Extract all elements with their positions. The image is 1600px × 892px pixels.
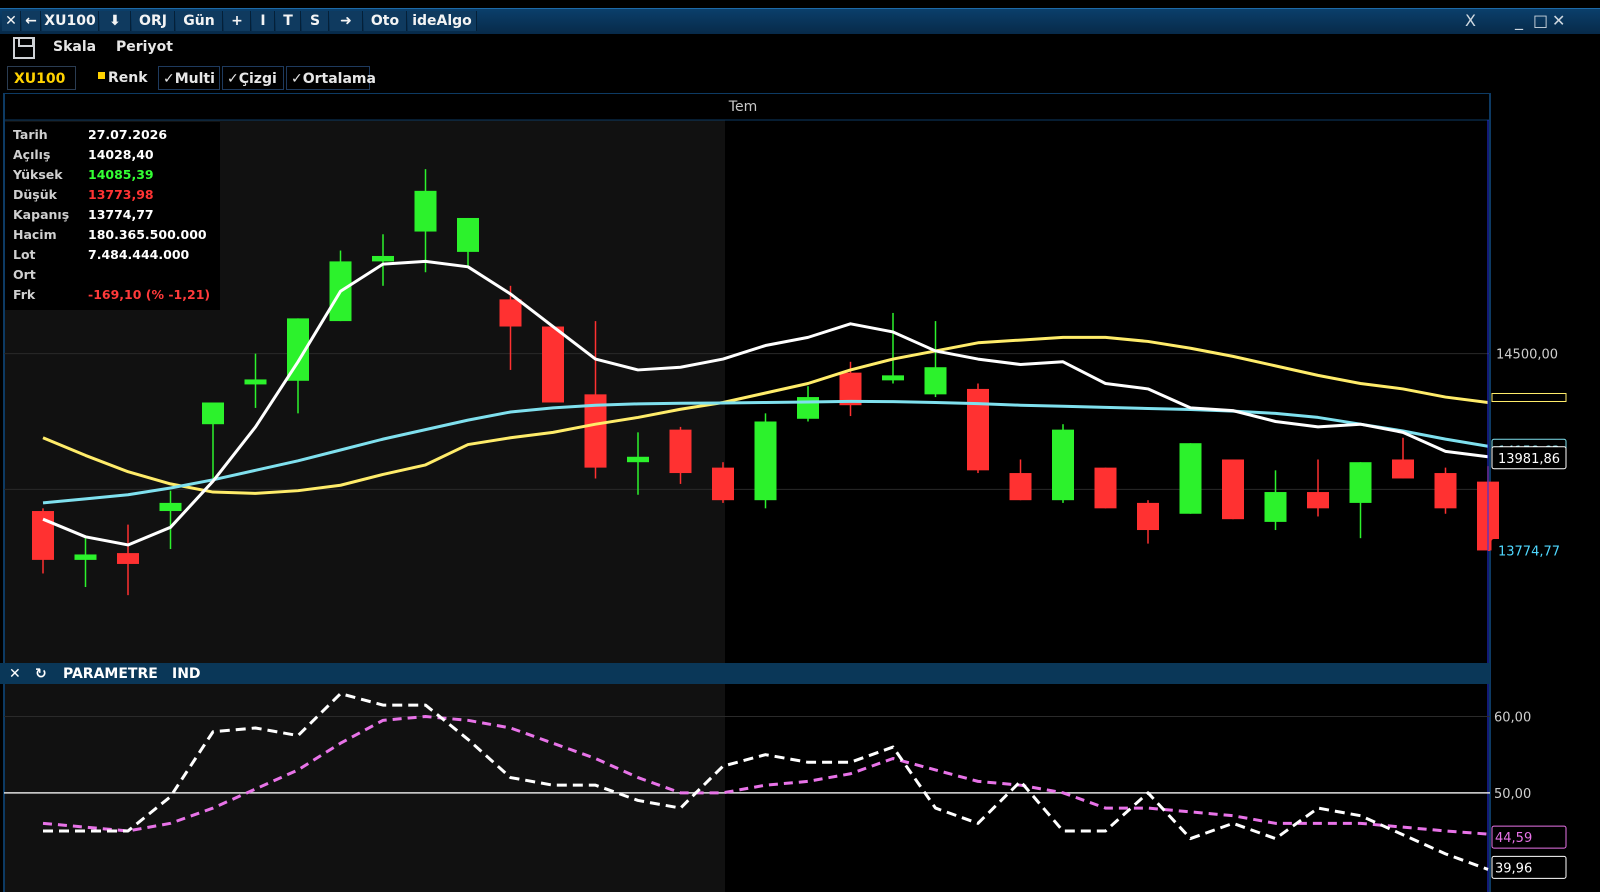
candle-body xyxy=(1052,429,1074,501)
arrow-right-icon[interactable]: ➜ xyxy=(330,11,363,31)
candle-body xyxy=(754,421,777,501)
candle-body xyxy=(967,388,989,471)
candle-body xyxy=(117,553,139,564)
candle-body xyxy=(372,255,394,262)
add-button[interactable]: + xyxy=(224,11,251,31)
info-value: 180.365.500.000 xyxy=(88,227,207,242)
candle-body xyxy=(882,375,904,381)
window-titlebar: ✕ ← XU100 ⬇ ORJ Gün + I T S ➜ Oto ideAlg… xyxy=(0,8,1600,34)
candle-body xyxy=(1009,473,1032,501)
info-value: 13773,98 xyxy=(88,187,154,202)
info-label: Yüksek xyxy=(13,167,63,182)
candle-body xyxy=(1307,492,1329,509)
info-value: 7.484.444.000 xyxy=(88,247,190,262)
info-value: 14085,39 xyxy=(88,167,154,182)
candle-body xyxy=(1264,492,1287,522)
back-button[interactable]: ← xyxy=(22,11,41,31)
renk-option[interactable]: Renk xyxy=(104,66,152,90)
info-label: Lot xyxy=(13,247,36,262)
detach-icon[interactable]: X xyxy=(1465,11,1476,30)
info-label: Açılış xyxy=(13,147,51,162)
candle-body xyxy=(1094,467,1117,509)
info-value: 27.07.2026 xyxy=(88,127,168,142)
candle-body xyxy=(712,467,734,501)
symbol-tab[interactable]: XU100 xyxy=(7,66,76,90)
white-price-label: 13981,86 xyxy=(1498,452,1560,467)
symbol-button[interactable]: XU100 xyxy=(42,11,99,31)
t-button[interactable]: T xyxy=(276,11,301,31)
save-icon[interactable] xyxy=(13,37,35,59)
candle-body xyxy=(1137,502,1159,531)
info-label: Kapanış xyxy=(13,207,70,222)
idealgo-button[interactable]: ideAlgo xyxy=(408,11,477,31)
osc-pink-label: 44,59 xyxy=(1495,831,1532,846)
yellow-label-box xyxy=(1491,392,1567,402)
multi-option[interactable]: ✓Multi xyxy=(158,66,220,90)
last-price-label: 13774,77 xyxy=(1498,544,1560,559)
parametre-label[interactable]: PARAMETRE xyxy=(63,664,158,684)
ind-label[interactable]: IND xyxy=(172,664,201,684)
candle-body xyxy=(159,502,182,512)
close-window-icon[interactable]: ✕ xyxy=(1552,11,1565,30)
info-value: 14028,40 xyxy=(88,147,154,162)
close-chart-button[interactable]: ✕ xyxy=(2,11,21,31)
refresh-icon[interactable]: ↻ xyxy=(35,664,47,684)
candle-body xyxy=(542,326,564,403)
candle-body xyxy=(1179,443,1202,514)
candle-body xyxy=(244,379,267,385)
info-label: Ort xyxy=(13,267,36,282)
info-value: 13774,77 xyxy=(88,207,154,222)
ohlc-info-panel: Tarih 27.07.2026 Açılış 14028,40 Yüksek 14085… xyxy=(5,122,220,310)
info-label: Frk xyxy=(13,287,36,302)
candle-body xyxy=(457,217,479,252)
oto-button[interactable]: Oto xyxy=(364,11,407,31)
orj-button[interactable]: ORJ xyxy=(132,11,175,31)
candle-body xyxy=(202,402,224,425)
s-button[interactable]: S xyxy=(302,11,329,31)
indicator-panel-bar: ✕ ↻ PARAMETRE IND xyxy=(0,663,1490,684)
cizgi-option[interactable]: ✓Çizgi xyxy=(222,66,284,90)
candle-body xyxy=(1434,473,1457,509)
candle-body xyxy=(1222,459,1244,520)
period-gun-button[interactable]: Gün xyxy=(176,11,223,31)
candle-body xyxy=(499,299,522,327)
osc-white-label: 39,96 xyxy=(1495,861,1532,876)
info-label: Tarih xyxy=(13,127,48,142)
osc-tick-label: 60,00 xyxy=(1494,711,1531,726)
month-label: Tem xyxy=(728,99,757,115)
info-value: -169,10 (% -1,21) xyxy=(88,287,211,302)
y-tick-label: 14500,00 xyxy=(1496,348,1558,363)
download-icon[interactable]: ⬇ xyxy=(100,11,131,31)
candle-body xyxy=(32,511,54,560)
osc-prev-month-shade xyxy=(4,684,725,892)
ortalama-option[interactable]: ✓Ortalama xyxy=(286,66,376,90)
candle-body xyxy=(797,397,819,419)
candle-body xyxy=(414,190,437,232)
menu-skala[interactable]: Skala xyxy=(53,39,96,55)
candle-body xyxy=(1392,459,1414,479)
info-label: Hacim xyxy=(13,227,57,242)
close-indicator-icon[interactable]: ✕ xyxy=(9,664,21,684)
price-chart[interactable]: Tem14500,0014158,6313981,8613774,7760,00… xyxy=(0,93,1600,892)
candle-body xyxy=(74,554,97,560)
minimize-icon[interactable]: _ xyxy=(1515,11,1523,30)
candle-body xyxy=(669,429,692,474)
info-label: Düşük xyxy=(13,187,57,202)
maximize-icon[interactable]: □ xyxy=(1533,11,1548,30)
candle-body xyxy=(924,367,947,395)
i-button[interactable]: I xyxy=(252,11,275,31)
osc-tick-label: 50,00 xyxy=(1494,787,1531,802)
candle-body xyxy=(627,456,649,463)
menu-periyot[interactable]: Periyot xyxy=(116,39,173,55)
candle-body xyxy=(1349,462,1372,503)
